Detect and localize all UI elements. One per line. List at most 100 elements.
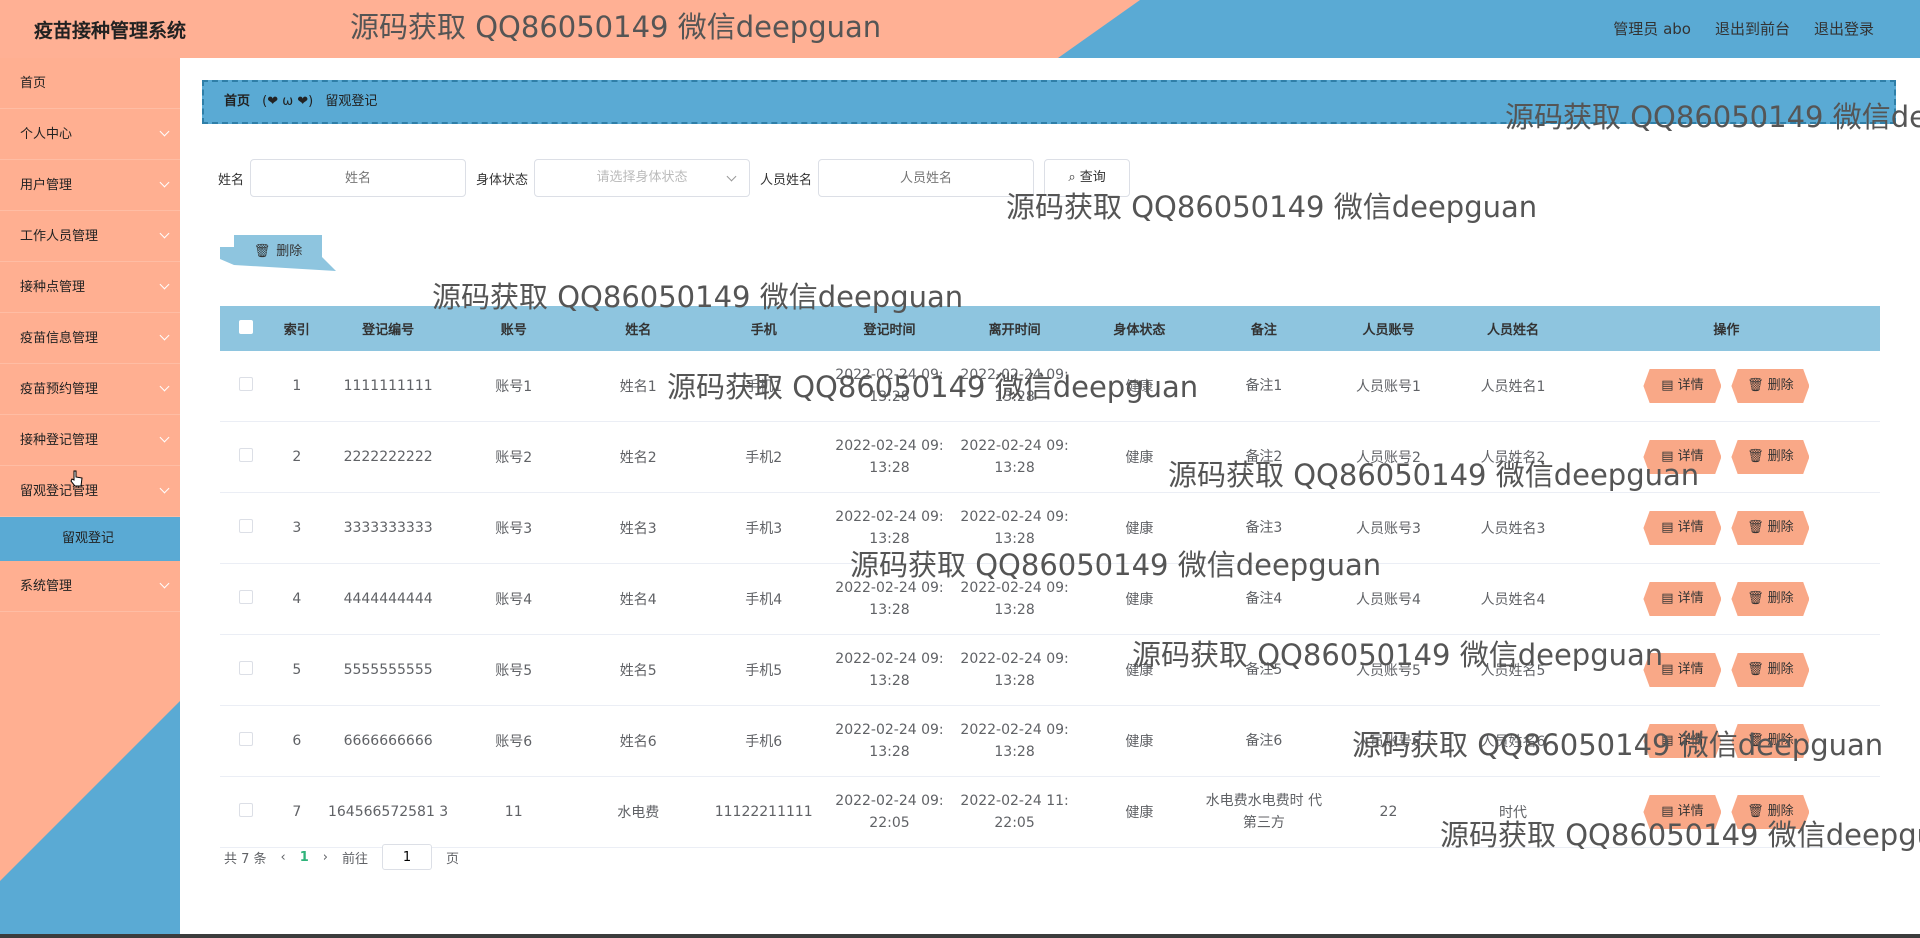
trash-icon: 🗑 [1747,520,1764,535]
select-all-checkbox[interactable] [238,319,253,334]
col-header: 登记时间 [824,306,955,351]
leave-date: 2022-02-24 09: [960,438,1069,454]
sidebar-item-home[interactable]: 首页 [0,58,180,109]
sidebar-item-personal-center[interactable]: 个人中心 [0,109,180,160]
next-page-button[interactable]: › [323,850,328,865]
cell-status: 健康 [1074,492,1205,564]
row-checkbox[interactable] [238,519,253,533]
row-checkbox[interactable] [238,590,253,604]
prev-page-button[interactable]: ‹ [281,850,286,865]
row-checkbox-cell[interactable] [220,634,272,706]
status-select[interactable]: 请选择身体状态 [534,159,751,197]
status-select-placeholder: 请选择身体状态 [596,170,688,185]
cell-register-time: 2022-02-24 09: 13:28 [824,492,955,564]
cell-actions: ▤ 详情 🗑 删除 [1572,634,1880,706]
cell-leave-time: 2022-02-24 09: 13:28 [954,421,1075,493]
row-delete-button[interactable]: 🗑 删除 [1731,511,1810,545]
detail-button[interactable]: ▤ 详情 [1643,582,1722,616]
sidebar-item-site-management[interactable]: 接种点管理 [0,262,180,313]
row-delete-button[interactable]: 🗑 删除 [1731,582,1810,616]
staff-name-input[interactable] [818,159,1035,197]
row-checkbox[interactable] [238,448,253,462]
sidebar-item-user-management[interactable]: 用户管理 [0,160,180,211]
row-delete-button[interactable]: 🗑 删除 [1731,653,1810,687]
cell-name: 姓名6 [573,705,703,777]
cell-account: 账号2 [453,421,574,493]
cell-staff-name: 人员姓名2 [1453,421,1573,493]
leave-clock: 22:05 [994,815,1035,831]
batch-delete-button[interactable]: 🗑 删除 [220,235,336,271]
row-checkbox-cell[interactable] [220,492,272,564]
logout-link[interactable]: 退出登录 [1814,18,1874,39]
detail-button[interactable]: ▤ 详情 [1643,440,1722,474]
sidebar-subitem-observation-register[interactable]: 留观登记 [0,517,180,561]
leave-date: 2022-02-24 09: [960,651,1069,667]
cell-account: 账号3 [453,492,574,564]
detail-button[interactable]: ▤ 详情 [1643,369,1722,403]
register-date: 2022-02-24 09: [835,367,944,383]
trash-icon: 🗑 [1747,804,1764,819]
detail-label: 详情 [1677,591,1704,606]
sidebar-item-staff-management[interactable]: 工作人员管理 [0,211,180,262]
cell-status: 健康 [1074,421,1205,493]
sidebar-item-vaccination-register[interactable]: 接种登记管理 [0,415,180,466]
sidebar-item-system-management[interactable]: 系统管理 [0,561,180,612]
query-button[interactable]: ⌕ 查询 [1044,159,1131,197]
register-clock: 13:28 [869,744,910,760]
detail-button[interactable]: ▤ 详情 [1643,653,1722,687]
row-delete-label: 删除 [1767,591,1794,606]
row-checkbox-cell[interactable] [220,563,272,635]
row-checkbox-cell[interactable] [220,421,272,493]
detail-button[interactable]: ▤ 详情 [1643,511,1722,545]
to-front-link[interactable]: 退出到前台 [1715,18,1790,39]
cell-leave-time: 2022-02-24 09: 13:28 [954,563,1075,635]
cell-account: 账号4 [453,563,574,635]
col-header: 索引 [271,306,323,351]
goto-page-input[interactable] [382,844,433,870]
register-clock: 13:28 [869,389,910,405]
register-date: 2022-02-24 09: [835,793,944,809]
cell-note: 备注5 [1204,634,1324,706]
detail-button[interactable]: ▤ 详情 [1643,795,1722,829]
cell-account: 11 [453,776,574,848]
chevron-down-icon [726,171,737,182]
document-icon: ▤ [1661,591,1674,606]
row-checkbox[interactable] [238,377,253,391]
row-delete-button[interactable]: 🗑 删除 [1731,795,1810,829]
col-header: 账号 [453,306,574,351]
row-checkbox[interactable] [238,661,253,675]
row-checkbox-cell[interactable] [220,705,272,777]
sidebar-item-observation-management[interactable]: 留观登记管理 [0,466,180,517]
row-checkbox[interactable] [238,803,253,817]
row-checkbox-cell[interactable] [220,351,272,422]
document-icon: ▤ [1661,804,1674,819]
register-clock: 13:28 [869,602,910,618]
chevron-down-icon [159,578,170,589]
page-unit-label: 页 [446,851,460,867]
current-page[interactable]: 1 [300,850,309,865]
cell-actions: ▤ 详情 🗑 删除 [1572,492,1880,564]
sidebar-item-vaccine-info[interactable]: 疫苗信息管理 [0,313,180,364]
cell-note: 备注3 [1204,492,1324,564]
register-date: 2022-02-24 09: [835,722,944,738]
row-checkbox[interactable] [238,732,253,746]
row-delete-button[interactable]: 🗑 删除 [1731,440,1810,474]
trash-icon: 🗑 [1747,662,1764,677]
detail-button[interactable]: ▤ 详情 [1643,724,1722,758]
chevron-down-icon [159,381,170,392]
select-all-checkbox-cell[interactable] [220,306,272,351]
row-delete-button[interactable]: 🗑 删除 [1731,369,1810,403]
row-delete-button[interactable]: 🗑 删除 [1731,724,1810,758]
name-input[interactable] [250,159,467,197]
cell-register-time: 2022-02-24 09: 13:28 [824,634,955,706]
row-checkbox-cell[interactable] [220,776,272,848]
trash-icon: 🗑 [1747,449,1764,464]
cell-name: 姓名3 [573,492,703,564]
cell-staff-name: 时代 [1453,776,1573,848]
cell-register-code: 2222222222 [322,421,454,493]
breadcrumb-home[interactable]: 首页 [224,94,250,109]
cell-name: 姓名2 [573,421,703,493]
cell-register-time: 2022-02-24 09: 13:28 [824,421,955,493]
cell-staff-account: 人员账号1 [1323,351,1454,422]
sidebar-item-vaccine-booking[interactable]: 疫苗预约管理 [0,364,180,415]
